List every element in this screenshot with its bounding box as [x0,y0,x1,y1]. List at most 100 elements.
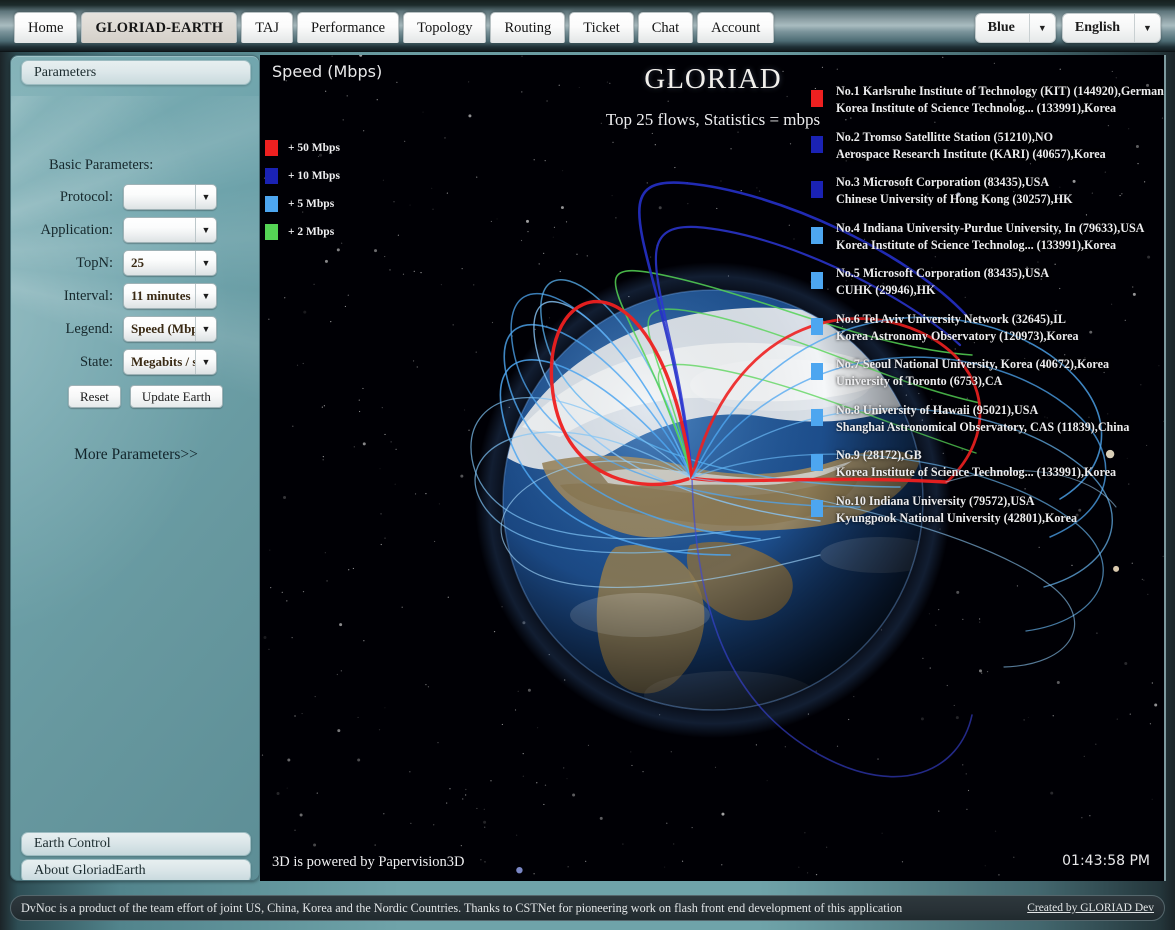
footer-credit-link[interactable]: Created by GLORIAD Dev [1027,902,1154,914]
legend-row: + 10 Mbps [265,168,340,184]
flow-color-swatch [811,499,823,517]
footer-bar: DvNoc is a product of the team effort of… [10,895,1165,921]
nav-tab-gloriad-earth[interactable]: GLORIAD-EARTH [81,12,238,43]
nav-tab-account[interactable]: Account [697,12,775,43]
reset-button[interactable]: Reset [68,385,121,408]
clock-display: 01:43:58 PM [1062,853,1150,869]
chevron-down-icon: ▼ [195,284,216,308]
flow-source: No.3 Microsoft Corporation (83435),USA [836,175,1050,189]
flow-destination: CUHK (29946),HK [836,283,936,297]
parameter-label: Application: [40,221,114,238]
language-select-value: English [1074,20,1120,35]
parameter-label: Interval: [63,287,113,304]
nav-tabs: Home GLORIAD-EARTH TAJ Performance Topology R… [14,12,775,43]
earth-3d-stage[interactable]: Speed (Mbps) + 50 Mbps + 10 Mbps + 5 Mbps +… [260,55,1166,881]
flow-destination: University of Toronto (6753),CA [836,374,1003,388]
flow-list-item[interactable]: No.7 Seoul National University, Korea (4… [808,356,1164,392]
top-navigation-bar: Home GLORIAD-EARTH TAJ Performance Topology R… [0,0,1175,52]
nav-tab-performance[interactable]: Performance [297,12,400,43]
flow-list-item[interactable]: No.6 Tel Aviv University Network (32645)… [808,311,1164,347]
flow-source: No.6 Tel Aviv University Network (32645)… [836,311,1066,326]
legend-color-swatch [265,140,278,156]
flow-source: No.2 Tromso Satellitte Station (51210),N… [836,129,1054,144]
legend-row: + 50 Mbps [265,140,340,156]
flow-source: No.5 Microsoft Corporation (83435),USA [836,266,1050,280]
flow-color-swatch [811,272,823,289]
flow-list-item[interactable]: No.3 Microsoft Corporation (83435),USA Ch… [808,174,1164,210]
legend-select-value: Speed (Mbps) [131,321,195,336]
legend-select[interactable]: Speed (Mbps)▼ [123,316,217,342]
state-select[interactable]: Megabits / sec▼ [123,349,217,375]
topn-select-value: 25 [131,255,144,270]
flow-list-item[interactable]: No.2 Tromso Satellitte Station (51210),N… [808,129,1164,165]
parameter-row: TopN: 25 ▼ [11,250,259,276]
nav-tab-topology[interactable]: Topology [403,12,487,43]
parameter-row: State: Megabits / sec▼ [11,349,259,375]
flow-color-swatch [811,408,823,426]
parameter-label: State: [79,353,113,370]
protocol-select[interactable]: ▼ [123,184,217,210]
theme-select[interactable]: Blue ▼ [974,13,1056,43]
footer-text: DvNoc is a product of the team effort of… [21,900,903,915]
about-gloriadearth-button[interactable]: About GloriadEarth [21,859,251,880]
nav-tab-routing[interactable]: Routing [490,12,566,43]
flow-source: No.9 (28172),GB [836,448,922,462]
basic-parameters-label: Basic Parameters: [49,157,154,173]
flow-color-swatch [811,90,823,107]
chevron-down-icon: ▼ [1028,14,1055,42]
nav-tab-taj[interactable]: TAJ [241,12,294,43]
parameter-row: Application: ▼ [11,217,259,243]
parameters-panel-title: Parameters [34,64,97,80]
legend-color-swatch [265,196,278,212]
flow-destination: Korea Institute of Science Technolog... … [836,101,1117,115]
flow-color-swatch [811,317,823,335]
flow-list-item[interactable]: No.10 Indiana University (79572),USA Kyun… [808,493,1164,529]
language-select[interactable]: English ▼ [1061,13,1161,43]
flow-list-item[interactable]: No.5 Microsoft Corporation (83435),USA CU… [808,265,1164,301]
parameter-buttons: Reset Update Earth [68,385,223,408]
flow-destination: Shanghai Astronomical Observatory, CAS (… [836,419,1130,434]
legend-label: + 5 Mbps [288,198,335,210]
flow-color-swatch [811,181,823,198]
nav-tab-chat[interactable]: Chat [637,12,694,43]
chevron-down-icon: ▼ [195,317,216,341]
flow-list-item[interactable]: No.8 University of Hawaii (95021),USA Sha… [808,402,1164,438]
flow-color-swatch [811,226,823,244]
flow-list-item[interactable]: No.4 Indiana University-Purdue Universit… [808,220,1164,256]
nav-tab-home[interactable]: Home [14,12,78,43]
flow-destination: Korea Astronomy Observatory (120973),Kor… [836,328,1079,343]
application-root: Home GLORIAD-EARTH TAJ Performance Topology R… [0,0,1175,930]
flow-list-item[interactable]: No.1 Karlsruhe Institute of Technology (… [808,83,1166,119]
flow-color-swatch [811,454,823,471]
flow-destination: Korea Institute of Science Technolog... … [836,237,1117,252]
legend-row: + 5 Mbps [265,196,334,212]
powered-by-label: 3D is powered by Papervision3D [272,854,465,870]
flow-source: No.1 Karlsruhe Institute of Technology (… [836,84,1166,98]
more-parameters-link[interactable]: More Parameters>> [11,446,259,464]
chevron-down-icon: ▼ [195,218,216,242]
legend-color-swatch [265,168,278,184]
legend-label: + 10 Mbps [288,170,340,182]
flow-destination: Korea Institute of Science Technolog... … [836,465,1117,479]
earth-control-button[interactable]: Earth Control [21,832,251,856]
flow-list-item[interactable]: No.9 (28172),GB Korea Institute of Scienc… [808,447,1164,483]
parameter-label: Legend: [65,320,113,337]
interval-select[interactable]: 11 minutes ▼ [123,283,217,309]
update-earth-button[interactable]: Update Earth [129,385,223,408]
topn-select[interactable]: 25 ▼ [123,250,217,276]
application-select[interactable]: ▼ [123,217,217,243]
about-gloriadearth-label: About GloriadEarth [34,863,146,878]
parameter-label: TopN: [76,254,113,271]
theme-select-value: Blue [987,20,1015,35]
flow-color-swatch [811,135,823,153]
chevron-down-icon: ▼ [195,350,216,374]
parameters-panel-header[interactable]: Parameters [21,60,251,85]
flow-destination: Chinese University of Hong Kong (30257),… [836,192,1073,206]
flow-source: No.7 Seoul National University, Korea (4… [836,357,1109,371]
parameter-row: Legend: Speed (Mbps)▼ [11,316,259,342]
state-select-value: Megabits / sec [131,354,195,369]
legend-row: + 2 Mbps [265,224,334,240]
flow-source: No.8 University of Hawaii (95021),USA [836,402,1039,417]
legend-label: + 50 Mbps [288,142,340,154]
nav-tab-ticket[interactable]: Ticket [569,12,634,43]
